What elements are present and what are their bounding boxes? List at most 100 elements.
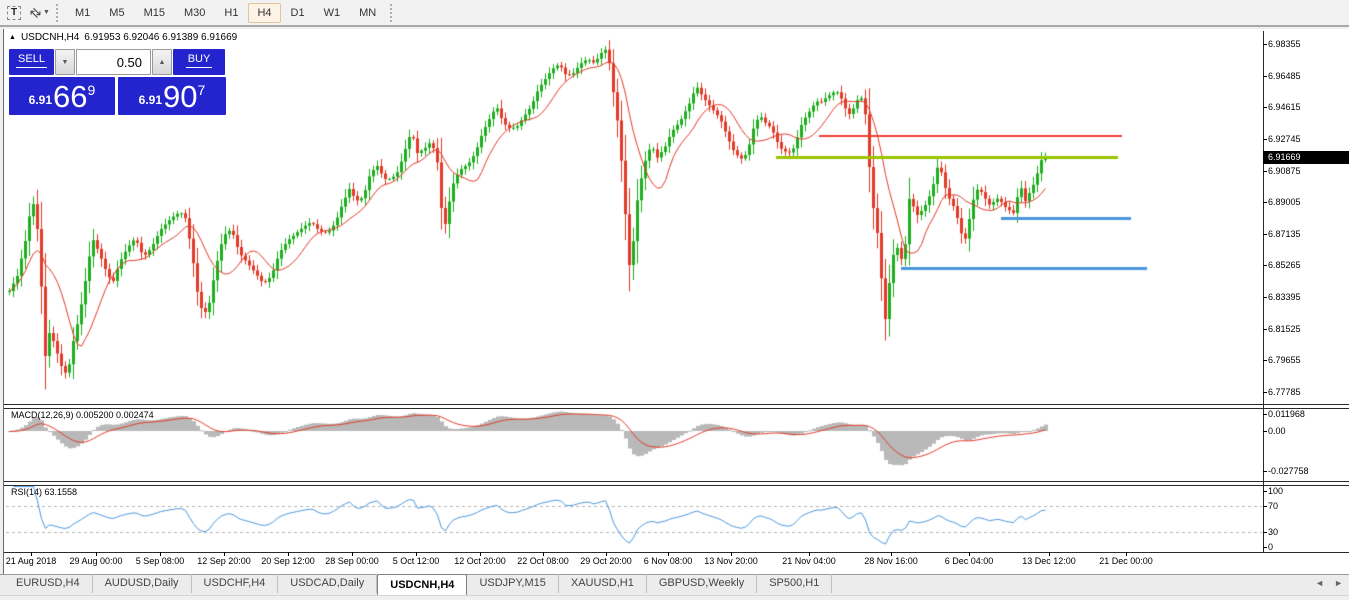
time-axis-label: 22 Oct 08:00 [517, 556, 569, 566]
panel-separator[interactable] [4, 481, 1349, 482]
status-bar [0, 595, 1349, 600]
panel-separator[interactable] [4, 408, 1349, 409]
time-axis-tick [31, 552, 32, 556]
tab-eurusd-h4[interactable]: EURUSD,H4 [4, 574, 93, 593]
time-axis-label: 6 Dec 04:00 [945, 556, 994, 566]
time-axis-tick [1126, 552, 1127, 556]
top-toolbar: T ⇄ ▼ M1M5M15M30H1H4D1W1MN [0, 0, 1349, 27]
tab-xauusd-h1[interactable]: XAUUSD,H1 [559, 574, 647, 593]
time-axis-tick [96, 552, 97, 556]
text-tool-button[interactable]: T [3, 2, 25, 23]
time-axis-tick [224, 552, 225, 556]
price-axis-tick [1263, 202, 1267, 203]
price-axis-label: 6.92745 [1268, 134, 1301, 144]
time-axis-tick [809, 552, 810, 556]
macd-axis-tick [1263, 414, 1267, 415]
price-axis-label: 6.89005 [1268, 197, 1301, 207]
scroll-left-icon[interactable]: ◄ [1315, 578, 1324, 588]
tab-audusd-daily[interactable]: AUDUSD,Daily [93, 574, 192, 593]
buy-price-big: 90 [163, 83, 197, 110]
time-axis-tick [668, 552, 669, 556]
timeframe-m15[interactable]: M15 [135, 3, 174, 23]
macd-chart-canvas[interactable] [6, 409, 1262, 481]
time-axis-label: 5 Sep 08:00 [136, 556, 185, 566]
price-axis-label: 6.85265 [1268, 260, 1301, 270]
time-axis-tick [969, 552, 970, 556]
sell-button-label: SELL [16, 53, 47, 68]
timeframe-h4[interactable]: H4 [248, 3, 280, 23]
price-axis-tick [1263, 139, 1267, 140]
tab-usdcnh-h4[interactable]: USDCNH,H4 [377, 574, 467, 595]
volume-step-down-button[interactable]: ▼ [55, 49, 75, 75]
panel-separator[interactable] [4, 404, 1349, 405]
volume-input[interactable] [76, 49, 151, 75]
buy-button[interactable]: BUY [173, 49, 225, 75]
timeframe-m5[interactable]: M5 [100, 3, 133, 23]
price-axis-tick [1263, 234, 1267, 235]
rsi-chart-canvas[interactable] [6, 486, 1262, 552]
timeframe-mn[interactable]: MN [350, 3, 385, 23]
macd-axis-tick [1263, 471, 1267, 472]
timeframe-m1[interactable]: M1 [66, 3, 99, 23]
time-axis-label: 5 Oct 12:00 [393, 556, 440, 566]
new-order-button[interactable]: ⇄ ▼ [29, 2, 51, 23]
volume-step-up-button[interactable]: ▲ [152, 49, 172, 75]
rsi-axis-tick [1263, 547, 1267, 548]
chart-collapse-icon[interactable]: ▲ [9, 34, 16, 41]
price-axis-label: 6.98355 [1268, 39, 1301, 49]
chart-tabs: EURUSD,H4AUDUSD,DailyUSDCHF,H4USDCAD,Dai… [4, 574, 832, 595]
tab-usdcad-daily[interactable]: USDCAD,Daily [278, 574, 377, 593]
sell-button[interactable]: SELL [9, 49, 54, 75]
time-axis-label: 28 Sep 00:00 [325, 556, 379, 566]
time-axis-tick [543, 552, 544, 556]
sell-price-small: 6.91 [29, 93, 52, 107]
timeframe-h1[interactable]: H1 [215, 3, 247, 23]
tab-scroll-arrows: ◄ ► [1315, 578, 1343, 588]
time-axis-label: 29 Aug 00:00 [69, 556, 122, 566]
time-axis-label: 21 Dec 00:00 [1099, 556, 1153, 566]
tab-gbpusd-weekly[interactable]: GBPUSD,Weekly [647, 574, 757, 593]
time-axis-tick [731, 552, 732, 556]
price-axis-label: 6.96485 [1268, 71, 1301, 81]
time-axis-label: 13 Dec 12:00 [1022, 556, 1076, 566]
macd-axis-label: 0.011968 [1268, 409, 1305, 419]
rsi-axis-label: 0 [1268, 542, 1273, 552]
chart-window: ▲ USDCNH,H4 6.91953 6.92046 6.91389 6.91… [3, 29, 1349, 574]
text-tool-icon: T [7, 6, 21, 20]
panel-separator[interactable] [4, 485, 1349, 486]
macd-axis-label: 0.00 [1268, 426, 1286, 436]
timeframe-group: M1M5M15M30H1H4D1W1MN [66, 3, 385, 23]
price-axis-label: 6.79655 [1268, 355, 1301, 365]
timeframe-w1[interactable]: W1 [315, 3, 350, 23]
time-axis-label: 20 Sep 12:00 [261, 556, 315, 566]
chevron-up-icon: ▲ [159, 59, 166, 66]
price-axis-tick [1263, 360, 1267, 361]
time-axis-tick [160, 552, 161, 556]
buy-button-label: BUY [186, 53, 213, 68]
price-axis-label: 6.81525 [1268, 324, 1301, 334]
timeframe-m30[interactable]: M30 [175, 3, 214, 23]
tab-sp500-h1[interactable]: SP500,H1 [757, 574, 832, 593]
buy-price-sup: 7 [198, 82, 206, 98]
time-axis-tick [288, 552, 289, 556]
sell-price-box[interactable]: 6.91 66 9 [9, 77, 115, 115]
macd-axis-tick [1263, 431, 1267, 432]
chart-header: ▲ USDCNH,H4 6.91953 6.92046 6.91389 6.91… [9, 32, 237, 43]
timeframe-d1[interactable]: D1 [282, 3, 314, 23]
rsi-axis-label: 30 [1268, 527, 1278, 537]
time-axis-label: 12 Sep 20:00 [197, 556, 251, 566]
price-axis-tick [1263, 107, 1267, 108]
tab-usdchf-h4[interactable]: USDCHF,H4 [192, 574, 279, 593]
tab-usdjpy-m15[interactable]: USDJPY,M15 [467, 574, 558, 593]
chart-symbol-title: USDCNH,H4 [21, 32, 79, 43]
price-axis-tick [1263, 297, 1267, 298]
rsi-axis-tick [1263, 506, 1267, 507]
buy-price-box[interactable]: 6.91 90 7 [118, 77, 226, 115]
toolbar-grip-2 [390, 4, 395, 22]
chevron-down-icon: ▼ [62, 59, 69, 66]
price-axis-tick [1263, 44, 1267, 45]
chart-ohlc-values: 6.91953 6.92046 6.91389 6.91669 [84, 32, 237, 43]
scroll-right-icon[interactable]: ► [1334, 578, 1343, 588]
time-axis-tick [480, 552, 481, 556]
current-price-tag: 6.91669 [1263, 151, 1349, 164]
